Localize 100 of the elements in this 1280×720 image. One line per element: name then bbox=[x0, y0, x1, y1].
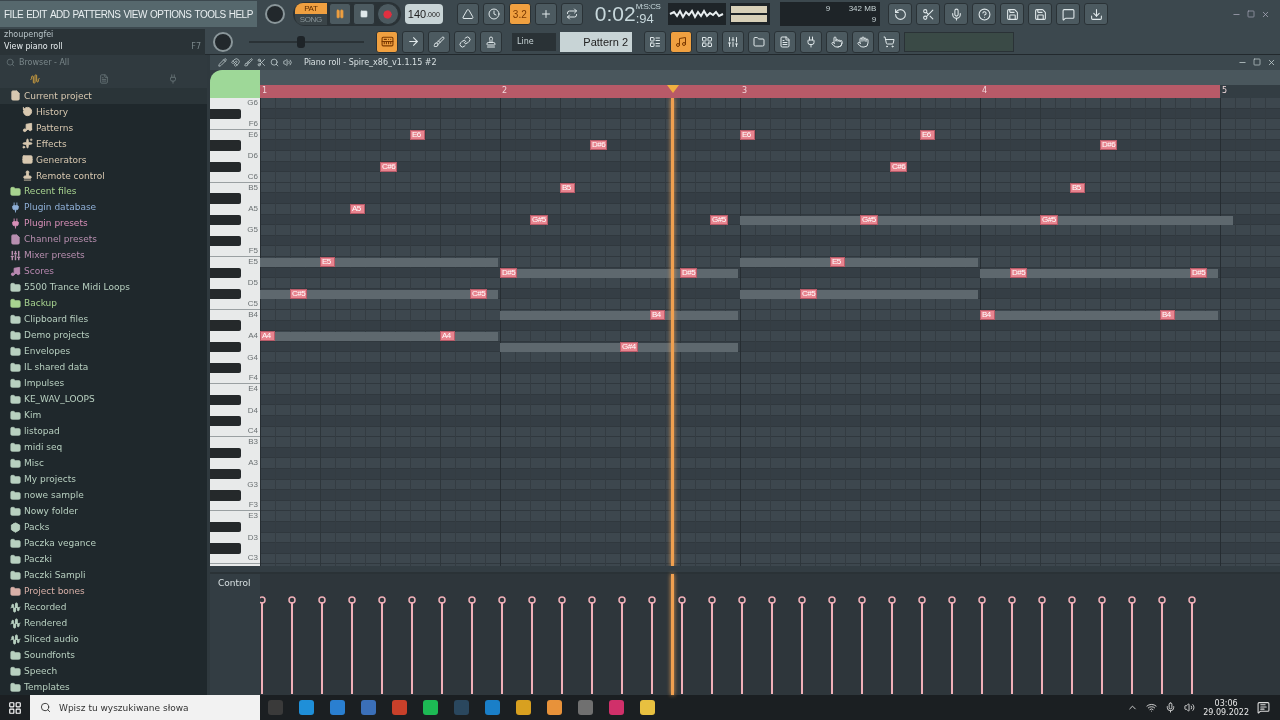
sharp-key[interactable] bbox=[210, 214, 241, 226]
browser-item[interactable]: Paczki bbox=[0, 551, 207, 568]
network-icon[interactable] bbox=[1146, 702, 1158, 713]
natural-key[interactable]: C4 bbox=[210, 426, 260, 437]
browser-item[interactable]: Kim bbox=[0, 407, 207, 424]
sharp-key[interactable] bbox=[210, 108, 241, 120]
note[interactable]: D#5 bbox=[1010, 267, 1028, 278]
sharp-key[interactable] bbox=[210, 320, 241, 332]
note[interactable]: C#6 bbox=[380, 161, 398, 172]
note[interactable]: A5 bbox=[350, 204, 365, 214]
note[interactable]: B4 bbox=[1160, 310, 1175, 320]
browser-item[interactable]: Paczki Sampli bbox=[0, 567, 207, 584]
sharp-key[interactable] bbox=[210, 362, 241, 374]
sharp-key[interactable] bbox=[210, 394, 241, 406]
menu-item[interactable]: FILE bbox=[4, 8, 24, 20]
browser-item[interactable]: Rendered bbox=[0, 615, 207, 632]
toolbar-button[interactable] bbox=[456, 3, 479, 25]
note[interactable]: G#5 bbox=[860, 214, 878, 225]
window-button[interactable] bbox=[878, 30, 900, 53]
window-button[interactable] bbox=[852, 30, 874, 53]
tool-button[interactable] bbox=[480, 30, 502, 53]
note[interactable]: E5 bbox=[830, 257, 845, 267]
browser-item[interactable]: Misc bbox=[0, 455, 207, 472]
browser-item[interactable]: Sliced audio bbox=[0, 631, 207, 648]
note[interactable]: E6 bbox=[740, 129, 755, 140]
sharp-key[interactable] bbox=[210, 267, 241, 279]
note[interactable]: E6 bbox=[920, 129, 935, 140]
browser-item[interactable]: Channel presets bbox=[0, 231, 207, 248]
natural-key[interactable]: F4 bbox=[210, 373, 260, 385]
close-icon[interactable] bbox=[1261, 9, 1270, 19]
natural-key[interactable]: F6 bbox=[210, 119, 260, 130]
browser-item[interactable]: Scores bbox=[0, 263, 207, 280]
sharp-key[interactable] bbox=[210, 235, 241, 247]
browser-item[interactable]: 5500 Trance Midi Loops bbox=[0, 279, 207, 296]
note[interactable]: A4 bbox=[260, 331, 275, 342]
browser-item[interactable]: Project bones bbox=[0, 583, 207, 600]
maximize-icon[interactable] bbox=[1253, 58, 1261, 66]
sharp-key[interactable] bbox=[210, 447, 241, 459]
browser-item[interactable]: midi seq bbox=[0, 439, 207, 456]
browser-item[interactable]: Speech bbox=[0, 663, 207, 679]
pencil-icon[interactable] bbox=[218, 58, 227, 67]
magnet-icon[interactable] bbox=[231, 58, 240, 67]
note[interactable]: C#6 bbox=[890, 161, 908, 172]
menu-item[interactable]: HELP bbox=[228, 8, 253, 20]
control-label[interactable]: Control bbox=[210, 574, 260, 695]
close-icon[interactable] bbox=[1267, 58, 1276, 67]
browser-item[interactable]: KE_WAV_LOOPS bbox=[0, 391, 207, 408]
sharp-key[interactable] bbox=[210, 341, 241, 353]
browser-item[interactable]: Envelopes bbox=[0, 343, 207, 360]
browser-item[interactable]: nowe sample bbox=[0, 487, 207, 504]
toolbar-button[interactable] bbox=[482, 3, 505, 25]
note[interactable]: D#5 bbox=[500, 267, 518, 278]
sharp-key[interactable] bbox=[210, 521, 241, 533]
menu-item[interactable]: VIEW bbox=[123, 8, 147, 20]
browser-item[interactable]: Demo projects bbox=[0, 327, 207, 344]
scissors-icon[interactable] bbox=[257, 58, 266, 67]
browser-item[interactable]: Recent files bbox=[0, 183, 207, 200]
sharp-key[interactable] bbox=[210, 161, 241, 173]
menu-item[interactable]: EDIT bbox=[26, 8, 47, 20]
browser-item[interactable]: Templates bbox=[0, 679, 207, 695]
note[interactable]: D#6 bbox=[1100, 140, 1118, 151]
browser-item[interactable]: Soundfonts bbox=[0, 647, 207, 664]
note[interactable]: G#5 bbox=[710, 214, 728, 225]
browser-item[interactable]: History bbox=[0, 103, 207, 120]
toolbar-button[interactable] bbox=[1056, 3, 1081, 25]
pitch-knob[interactable] bbox=[213, 31, 233, 52]
pattern-selector[interactable]: Pattern 2 bbox=[560, 31, 632, 52]
sharp-key[interactable] bbox=[210, 415, 241, 427]
window-button[interactable] bbox=[826, 30, 848, 53]
browser-item[interactable]: Generators bbox=[0, 151, 207, 168]
note[interactable]: A4 bbox=[440, 331, 455, 342]
browser-item[interactable]: Backup bbox=[0, 295, 207, 312]
note[interactable]: C#5 bbox=[470, 288, 488, 299]
note-grid[interactable]: A4 C#5 E5 A5 C#6 E6 A4 C#5 D#5 G#5 B5 D#6 G#4 B4 D#5 G#5 E6 C#5 E5 G#5 C#6 E6 B4 D#5 G#5 B5 D#6 B4 D#5 bbox=[260, 98, 1280, 566]
note[interactable]: E5 bbox=[320, 257, 335, 267]
natural-key[interactable]: C3 bbox=[210, 553, 260, 565]
note[interactable]: B5 bbox=[560, 182, 575, 193]
snap-selector[interactable]: Line bbox=[512, 32, 556, 51]
note[interactable]: E6 bbox=[410, 129, 425, 140]
waveform-icon[interactable] bbox=[29, 73, 40, 84]
window-button[interactable] bbox=[696, 30, 718, 53]
note[interactable]: G#5 bbox=[530, 214, 548, 225]
zoom-icon[interactable] bbox=[270, 58, 279, 67]
note[interactable]: D#5 bbox=[1190, 267, 1208, 278]
window-button[interactable] bbox=[774, 30, 796, 53]
note[interactable]: B4 bbox=[650, 310, 665, 320]
browser-item[interactable]: IL shared data bbox=[0, 359, 207, 376]
tool-button[interactable] bbox=[428, 30, 450, 53]
window-button[interactable] bbox=[748, 30, 770, 53]
browser-item[interactable]: Patterns bbox=[0, 119, 207, 136]
browser-item[interactable]: My projects bbox=[0, 471, 207, 488]
toolbar-button[interactable] bbox=[972, 3, 997, 25]
countdown-button[interactable]: 3.2 bbox=[508, 3, 531, 25]
tool-button[interactable] bbox=[454, 30, 476, 53]
browser-item[interactable]: Impulses bbox=[0, 375, 207, 392]
volume-knob[interactable] bbox=[264, 4, 285, 24]
browser-item[interactable]: Plugin presets bbox=[0, 215, 207, 232]
window-button[interactable] bbox=[644, 30, 666, 53]
note[interactable]: G#4 bbox=[620, 341, 638, 352]
tool-button[interactable] bbox=[376, 30, 398, 53]
